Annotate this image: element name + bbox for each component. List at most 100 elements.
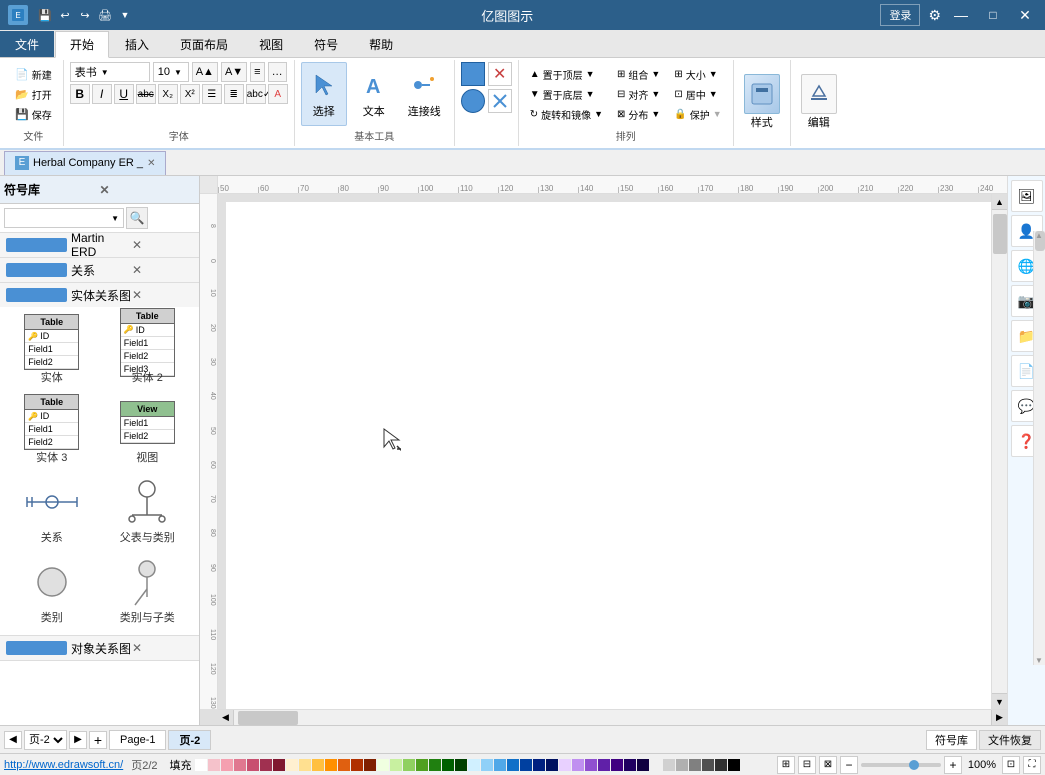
tab-help[interactable]: 帮助 [354,31,408,57]
tab-symbol[interactable]: 符号 [299,31,353,57]
rip-image-btn[interactable]: 🖼 [1011,180,1043,212]
align-btn[interactable]: ≡ [250,62,264,82]
color-swatch[interactable] [468,759,480,771]
color-swatch[interactable] [221,759,233,771]
view-table-btn[interactable]: ⊟ [798,756,816,774]
align-shapes-btn[interactable]: ⊟ 对齐 ▼ [612,85,665,104]
italic-btn[interactable]: I [92,84,112,104]
color-swatch[interactable] [403,759,415,771]
symbol-entity2[interactable]: Table 🔑ID Field1 Field2 Field3 实体 2 [102,313,194,389]
color-swatch[interactable] [325,759,337,771]
color-swatch[interactable] [234,759,246,771]
font-name-dropdown[interactable]: 表书 [70,62,150,82]
color-swatch[interactable] [520,759,532,771]
view-grid-btn[interactable]: ⊠ [819,756,837,774]
canvas[interactable] [218,194,991,709]
font-shrink-btn[interactable]: A▼ [221,62,247,82]
color-swatch[interactable] [728,759,740,771]
color-swatch[interactable] [559,759,571,771]
tab-view[interactable]: 视图 [244,31,298,57]
hscroll-thumb[interactable] [238,711,298,725]
quick-print-btn[interactable]: 🖨 [96,6,114,24]
section-relation-close[interactable]: ✕ [132,263,193,277]
settings-btn[interactable]: ⚙ [928,4,941,26]
color-swatch[interactable] [702,759,714,771]
color-swatch[interactable] [208,759,220,771]
send-to-back-btn[interactable]: ▼ 置于底层 ▼ [525,85,608,104]
color-swatch[interactable] [650,759,662,771]
more-font-btn[interactable]: … [268,62,287,82]
spell-btn[interactable]: abc✓ [246,84,266,104]
color-swatch[interactable] [416,759,428,771]
vscroll-down-btn[interactable]: ▼ [992,693,1008,709]
color-swatch[interactable] [676,759,688,771]
color-swatch[interactable] [247,759,259,771]
superscript-btn[interactable]: X² [180,84,200,104]
hscroll-track[interactable] [234,710,991,726]
color-swatch[interactable] [390,759,402,771]
view-fit-btn[interactable]: ⊞ [777,756,795,774]
font-grow-btn[interactable]: A▲ [192,62,218,82]
page-dropdown[interactable]: 页-2 [24,730,67,750]
zoom-out-btn[interactable]: − [840,756,858,774]
open-btn[interactable]: 📂打开 [10,85,57,104]
color-swatch[interactable] [598,759,610,771]
win-minimize-btn[interactable]: — [949,4,973,26]
style-panel-btn[interactable]: 样式 [740,70,784,134]
section-martin-erd-header[interactable]: Martin ERD ✕ [0,233,199,257]
color-swatch[interactable] [260,759,272,771]
underline-btn[interactable]: U [114,84,134,104]
page-add-btn[interactable]: + [89,731,107,749]
panel-tab-recovery[interactable]: 文件恢复 [979,730,1041,750]
section-martin-close[interactable]: ✕ [132,238,193,252]
text-tool-btn[interactable]: A 文本 [351,62,397,126]
color-swatch[interactable] [585,759,597,771]
section-entity-close[interactable]: ✕ [132,288,193,302]
vscroll-up-btn[interactable]: ▲ [992,194,1008,210]
symbol-cat-sub[interactable]: 类别与子类 [102,553,194,629]
symbol-entity3[interactable]: Table 🔑ID Field1 Field2 实体 3 [6,393,98,469]
symbol-search-btn[interactable]: 🔍 [126,207,148,229]
color-swatch[interactable] [299,759,311,771]
zoom-in-btn[interactable]: + [944,756,962,774]
edit-panel-btn[interactable]: 编辑 [797,70,841,134]
color-swatch[interactable] [689,759,701,771]
strikethrough-btn[interactable]: abc [136,84,156,104]
quick-more-btn[interactable]: ▼ [116,6,134,24]
win-maximize-btn[interactable]: □ [981,4,1005,26]
zoom-fit-btn[interactable]: ⊡ [1002,756,1020,774]
color-swatch[interactable] [338,759,350,771]
shape-circle-btn[interactable] [461,89,485,113]
symbol-entity1[interactable]: Table 🔑ID Field1 Field2 实体 [6,313,98,389]
group-btn[interactable]: ⊞ 组合 ▼ [612,65,665,84]
subscript-btn[interactable]: X₂ [158,84,178,104]
symbol-view[interactable]: View Field1 Field2 视图 [102,393,194,469]
tab-insert[interactable]: 插入 [110,31,164,57]
canvas-vscroll[interactable]: ▲ ▼ [991,194,1007,709]
canvas-hscroll[interactable]: ◀ ▶ [218,709,1007,725]
color-swatch[interactable] [663,759,675,771]
shape-rect-btn[interactable] [461,62,485,86]
color-swatch[interactable] [715,759,727,771]
save-file-btn[interactable]: 💾保存 [10,105,57,124]
page-next-btn[interactable]: ▶ [69,731,87,749]
center-btn[interactable]: ⊡ 居中 ▼ [669,85,726,104]
shape-connector2-btn[interactable] [488,89,512,113]
color-swatch[interactable] [351,759,363,771]
color-swatch[interactable] [481,759,493,771]
color-swatch[interactable] [286,759,298,771]
tab-start[interactable]: 开始 [55,31,109,58]
color-swatch[interactable] [494,759,506,771]
symbol-dropdown[interactable]: ▼ [4,208,124,228]
color-swatch[interactable] [455,759,467,771]
quick-redo-btn[interactable]: ↪ [76,6,94,24]
login-btn[interactable]: 登录 [880,4,920,26]
vscroll-thumb[interactable] [993,214,1007,254]
doc-tab-close[interactable]: ✕ [147,158,155,169]
color-swatch[interactable] [195,759,207,771]
zoom-slider[interactable] [861,763,941,767]
new-btn[interactable]: 📄新建 [10,65,57,84]
color-swatch[interactable] [429,759,441,771]
select-tool-btn[interactable]: 选择 [301,62,347,126]
section-obj-rel-header[interactable]: 对象关系图 ✕ [0,636,199,660]
